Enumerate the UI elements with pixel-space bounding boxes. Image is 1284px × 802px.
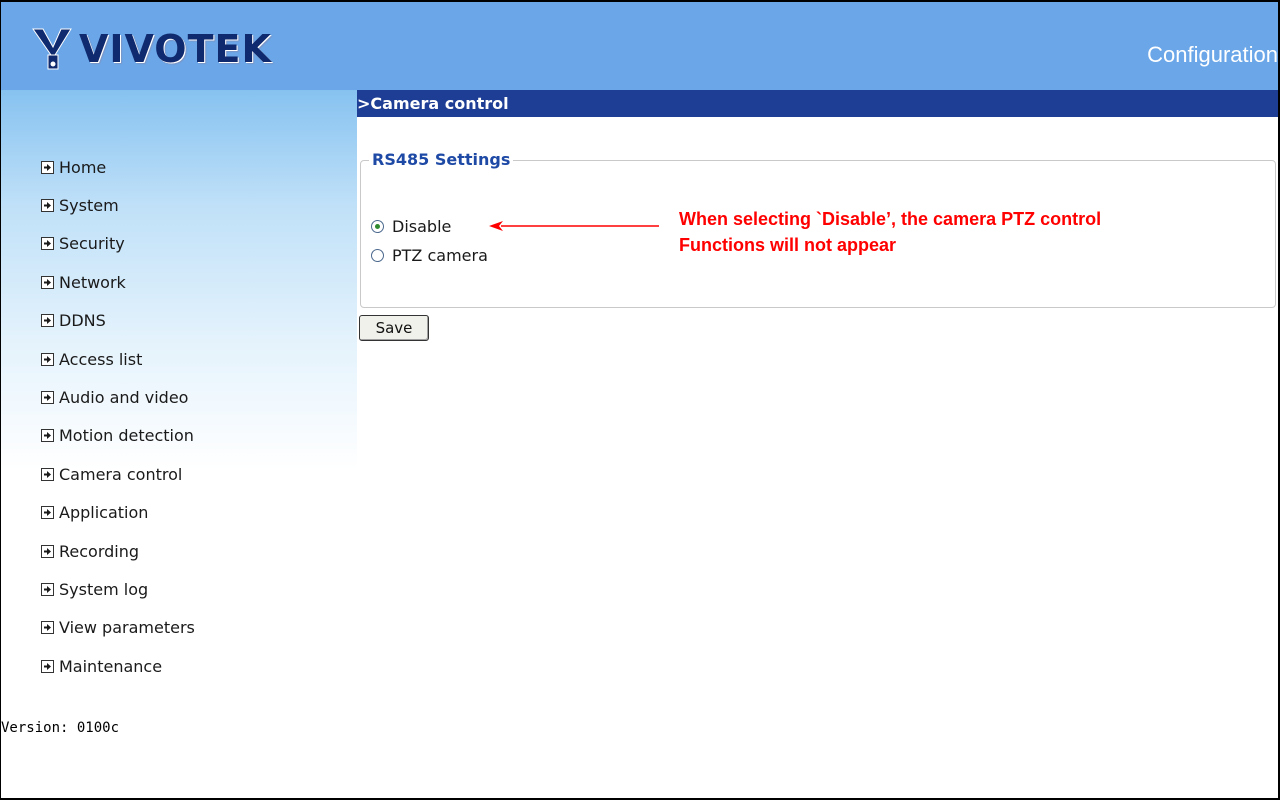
- sidebar-item-label: System log: [59, 579, 149, 599]
- sidebar-item-label: System: [59, 196, 119, 216]
- sidebar-item-access-list[interactable]: Access list: [41, 340, 195, 378]
- sidebar-item-system-log[interactable]: System log: [41, 570, 195, 608]
- radio-label-disable: Disable: [392, 217, 452, 236]
- sidebar-item-label: Maintenance: [59, 656, 163, 676]
- sidebar-item-application[interactable]: Application: [41, 494, 195, 532]
- sidebar-item-system[interactable]: System: [41, 186, 195, 224]
- radio-button-checked[interactable]: [371, 220, 384, 233]
- arrow-right-icon: [41, 391, 54, 405]
- sidebar-item-label: Camera control: [59, 464, 183, 484]
- sidebar-item-recording[interactable]: Recording: [41, 532, 195, 570]
- sidebar-item-label: Access list: [59, 349, 143, 369]
- brand-name: VIVOTEK: [79, 27, 272, 71]
- sidebar-item-label: Application: [59, 503, 149, 523]
- version-label: Version: 0100c: [1, 720, 120, 736]
- save-button[interactable]: Save: [359, 315, 429, 341]
- radio-ptz-camera[interactable]: PTZ camera: [371, 246, 488, 265]
- arrow-right-icon: [41, 199, 54, 213]
- arrow-right-icon: [41, 275, 54, 289]
- sidebar-item-label: Security: [59, 234, 125, 254]
- sidebar-item-network[interactable]: Network: [41, 263, 195, 301]
- section-title: >Camera control: [357, 90, 1278, 117]
- sidebar-nav: Home System Security Network DDNS Access…: [41, 148, 195, 685]
- arrow-right-icon: [41, 506, 54, 520]
- annotation-arrow-icon: [489, 221, 659, 231]
- page-frame: VIVOTEK Configuration Home System Securi…: [0, 0, 1280, 800]
- arrow-right-icon: [41, 467, 54, 481]
- vivotek-logo-icon: [32, 28, 72, 70]
- annotation-note: When selecting `Disable’, the camera PTZ…: [679, 206, 1101, 258]
- vivotek-logo[interactable]: VIVOTEK: [31, 24, 272, 74]
- arrow-right-icon: [41, 160, 54, 174]
- sidebar-item-audio-video[interactable]: Audio and video: [41, 378, 195, 416]
- sidebar-item-motion-detection[interactable]: Motion detection: [41, 417, 195, 455]
- sidebar-item-view-parameters[interactable]: View parameters: [41, 609, 195, 647]
- sidebar-item-ddns[interactable]: DDNS: [41, 302, 195, 340]
- sidebar-item-label: Audio and video: [59, 388, 189, 408]
- sidebar-item-label: Recording: [59, 541, 140, 561]
- radio-disable[interactable]: Disable: [371, 217, 451, 236]
- sidebar-item-label: Home: [59, 157, 107, 177]
- header: VIVOTEK Configuration: [1, 2, 1278, 90]
- sidebar-item-home[interactable]: Home: [41, 148, 195, 186]
- arrow-right-icon: [41, 582, 54, 596]
- sidebar-item-label: Motion detection: [59, 426, 194, 446]
- sidebar-item-label: Network: [59, 272, 126, 292]
- arrow-right-icon: [41, 237, 54, 251]
- arrow-right-icon: [41, 314, 54, 328]
- sidebar-item-security[interactable]: Security: [41, 225, 195, 263]
- sidebar-item-label: View parameters: [59, 618, 195, 638]
- sidebar-item-camera-control[interactable]: Camera control: [41, 455, 195, 493]
- radio-button-unchecked[interactable]: [371, 249, 384, 262]
- page-title: Configuration: [1147, 42, 1278, 67]
- arrow-right-icon: [41, 352, 54, 366]
- sidebar-item-label: DDNS: [59, 311, 106, 331]
- annotation-line-2: Functions will not appear: [679, 235, 897, 255]
- arrow-right-icon: [41, 544, 54, 558]
- annotation-line-1: When selecting `Disable’, the camera PTZ…: [679, 209, 1102, 229]
- arrow-right-icon: [41, 659, 54, 673]
- arrow-right-icon: [41, 621, 54, 635]
- sidebar-item-maintenance[interactable]: Maintenance: [41, 647, 195, 685]
- arrow-right-icon: [41, 429, 54, 443]
- radio-label-ptz-camera: PTZ camera: [392, 246, 488, 265]
- rs485-settings-legend: RS485 Settings: [369, 150, 514, 169]
